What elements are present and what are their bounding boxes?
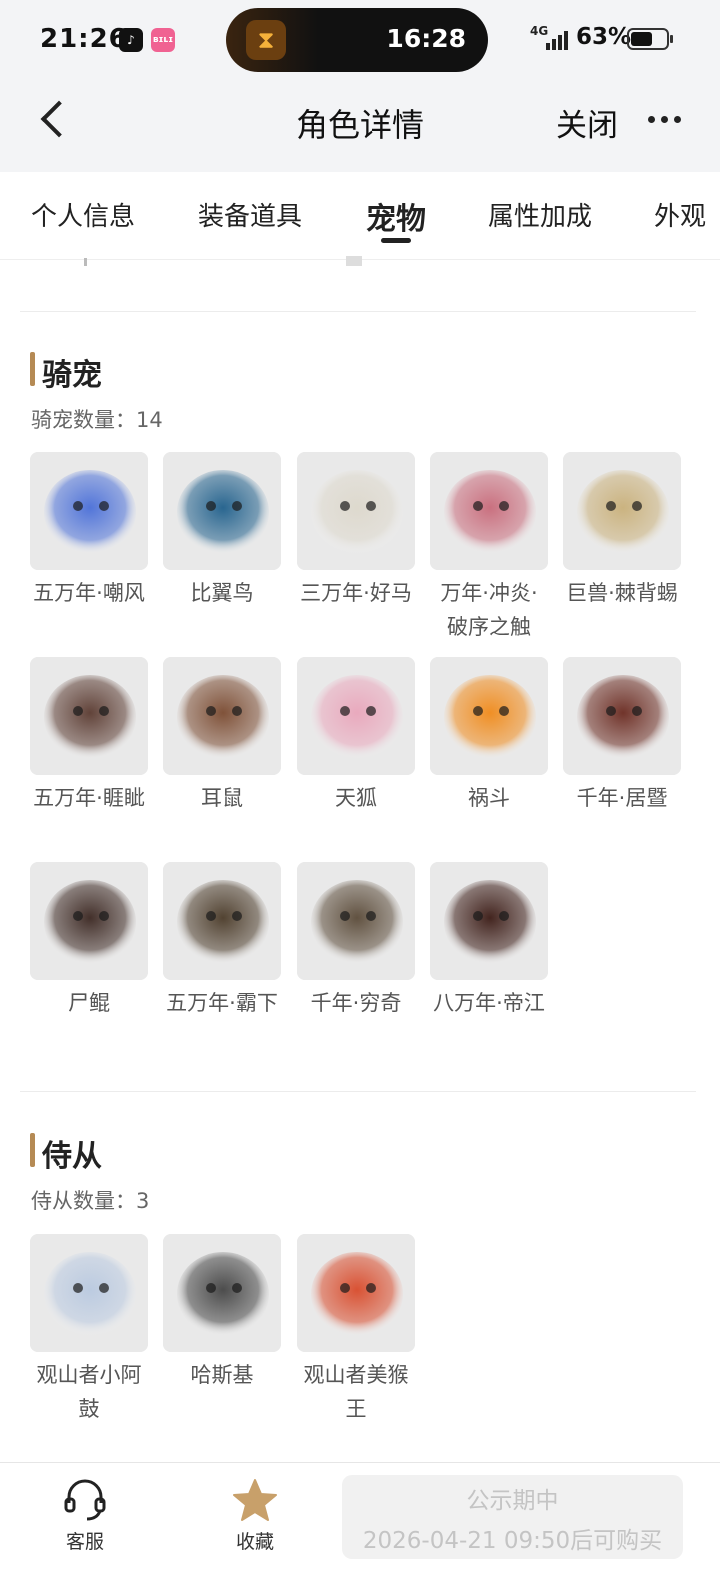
customer-service-label: 客服 bbox=[65, 1531, 104, 1553]
mount-avatar bbox=[163, 862, 281, 980]
attendant-name: 观山者小阿鼓 bbox=[36, 1363, 142, 1421]
mount-name: 祸斗 bbox=[468, 786, 510, 810]
mount-item[interactable]: 千年·穷奇 bbox=[297, 862, 415, 1020]
section-accent-bar bbox=[30, 352, 35, 386]
tab-bar: 个人信息 装备道具 宠物 属性加成 外观 bbox=[0, 172, 720, 260]
mount-avatar bbox=[563, 657, 681, 775]
mount-avatar bbox=[430, 657, 548, 775]
mount-item[interactable]: 尸鲲 bbox=[30, 862, 148, 1020]
attendant-avatar bbox=[297, 1234, 415, 1352]
status-bar: 21:26 ♪ ʙɪʟɪ ⧗ 16:28 4G 63% bbox=[0, 0, 720, 80]
headset-icon bbox=[61, 1477, 109, 1523]
star-icon bbox=[231, 1477, 279, 1523]
attendant-item[interactable]: 观山者美猴王 bbox=[297, 1234, 415, 1426]
bilibili-icon: ʙɪʟɪ bbox=[151, 28, 175, 52]
mount-avatar bbox=[30, 862, 148, 980]
tiktok-icon: ♪ bbox=[119, 28, 143, 52]
attendant-avatar bbox=[163, 1234, 281, 1352]
mount-avatar bbox=[430, 452, 548, 570]
mount-item[interactable]: 八万年·帝江 bbox=[430, 862, 548, 1020]
tab-pets[interactable]: 宠物 bbox=[366, 194, 426, 238]
mount-avatar bbox=[430, 862, 548, 980]
mount-name: 天狐 bbox=[335, 786, 377, 810]
bottom-action-bar: 客服 收藏 公示期中 2026-04-21 09:50后可购买 bbox=[0, 1462, 720, 1584]
tab-appearance[interactable]: 外观 bbox=[654, 196, 706, 233]
mount-avatar bbox=[297, 862, 415, 980]
mounts-count: 骑宠数量：14 bbox=[31, 408, 163, 432]
favorite-label: 收藏 bbox=[235, 1531, 274, 1553]
mount-avatar bbox=[30, 657, 148, 775]
mount-avatar bbox=[163, 657, 281, 775]
mounts-section-title: 骑宠 bbox=[42, 358, 102, 393]
buy-time-text: 2026-04-21 09:50后可购买 bbox=[362, 1528, 663, 1554]
mount-item[interactable]: 耳鼠 bbox=[163, 657, 281, 815]
mount-name: 万年·冲炎·破序之触 bbox=[440, 581, 538, 639]
attendants-section-title: 侍从 bbox=[42, 1139, 102, 1174]
mount-name: 五万年·嘲风 bbox=[33, 581, 145, 605]
attendant-name: 观山者美猴王 bbox=[303, 1363, 409, 1421]
mount-item[interactable]: 祸斗 bbox=[430, 657, 548, 815]
dynamic-island[interactable]: ⧗ 16:28 bbox=[226, 8, 488, 72]
section-divider bbox=[20, 311, 696, 312]
status-time: 21:26 bbox=[40, 24, 128, 54]
mount-item[interactable]: 万年·冲炎·破序之触 bbox=[430, 452, 548, 644]
mount-item[interactable]: 天狐 bbox=[297, 657, 415, 815]
tab-personal-info[interactable]: 个人信息 bbox=[31, 196, 135, 233]
timer-time: 16:28 bbox=[386, 24, 466, 53]
attendant-name: 哈斯基 bbox=[190, 1363, 254, 1387]
mount-item[interactable]: 五万年·睚眦 bbox=[30, 657, 148, 815]
buy-button-disabled[interactable]: 公示期中 2026-04-21 09:50后可购买 bbox=[342, 1475, 683, 1559]
hourglass-icon: ⧗ bbox=[246, 20, 286, 60]
mount-name: 五万年·霸下 bbox=[166, 991, 278, 1015]
battery-icon bbox=[627, 28, 669, 50]
section-accent-bar bbox=[30, 1133, 35, 1167]
mount-name: 比翼鸟 bbox=[190, 581, 254, 605]
mount-item[interactable]: 千年·居暨 bbox=[563, 657, 681, 815]
cut-off-text bbox=[84, 258, 87, 266]
mount-name: 八万年·帝江 bbox=[433, 991, 545, 1015]
mount-item[interactable]: 五万年·霸下 bbox=[163, 862, 281, 1020]
attendant-avatar bbox=[30, 1234, 148, 1352]
close-button[interactable]: 关闭 bbox=[556, 100, 618, 145]
mount-name: 耳鼠 bbox=[201, 786, 243, 810]
battery-tip bbox=[670, 35, 673, 43]
mount-name: 巨兽·棘背蜴 bbox=[566, 581, 678, 605]
mount-avatar bbox=[563, 452, 681, 570]
signal-icon bbox=[546, 30, 570, 50]
more-options-icon[interactable] bbox=[645, 104, 685, 134]
active-tab-indicator bbox=[381, 238, 411, 243]
buy-status-text: 公示期中 bbox=[466, 1488, 559, 1514]
section-divider bbox=[20, 1091, 696, 1092]
cut-off-text bbox=[346, 256, 362, 266]
mount-item[interactable]: 比翼鸟 bbox=[163, 452, 281, 610]
favorite-button[interactable]: 收藏 bbox=[210, 1477, 300, 1554]
nav-header: 角色详情 关闭 bbox=[0, 80, 720, 172]
tab-equipment[interactable]: 装备道具 bbox=[198, 196, 302, 233]
attendants-count: 侍从数量：3 bbox=[31, 1189, 150, 1213]
mount-item[interactable]: 三万年·好马 bbox=[297, 452, 415, 610]
mount-name: 千年·穷奇 bbox=[310, 991, 402, 1015]
mount-avatar bbox=[163, 452, 281, 570]
mount-name: 尸鲲 bbox=[68, 991, 110, 1015]
mount-avatar bbox=[30, 452, 148, 570]
battery-percent: 63% bbox=[576, 24, 632, 50]
mount-avatar bbox=[297, 657, 415, 775]
mount-item[interactable]: 五万年·嘲风 bbox=[30, 452, 148, 610]
mount-avatar bbox=[297, 452, 415, 570]
attendant-item[interactable]: 观山者小阿鼓 bbox=[30, 1234, 148, 1426]
attendant-item[interactable]: 哈斯基 bbox=[163, 1234, 281, 1392]
mount-name: 千年·居暨 bbox=[576, 786, 668, 810]
tab-attributes[interactable]: 属性加成 bbox=[488, 196, 592, 233]
mount-item[interactable]: 巨兽·棘背蜴 bbox=[563, 452, 681, 610]
mount-name: 三万年·好马 bbox=[300, 581, 412, 605]
mount-name: 五万年·睚眦 bbox=[33, 786, 145, 810]
customer-service-button[interactable]: 客服 bbox=[40, 1477, 130, 1554]
